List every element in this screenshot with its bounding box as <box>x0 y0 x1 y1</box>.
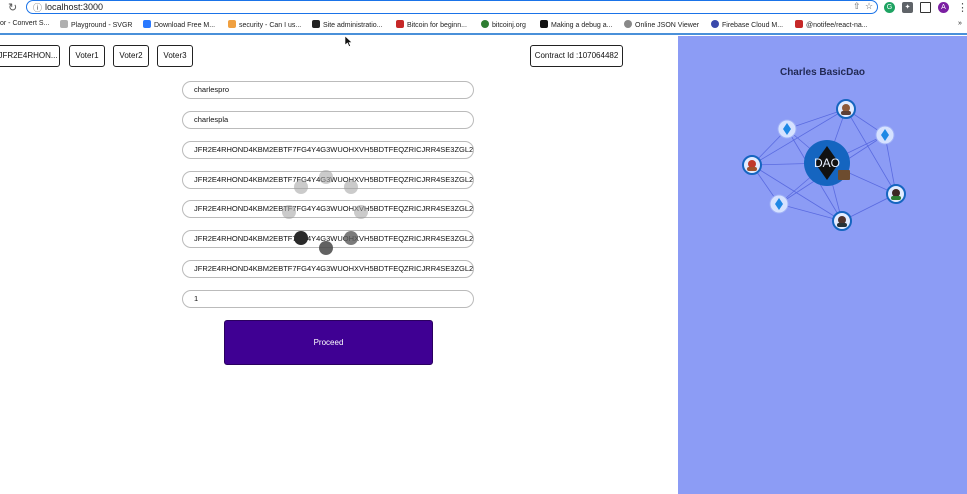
caniuse-icon <box>228 20 236 28</box>
dao-network-illustration: DAO <box>742 99 906 231</box>
bookmark-item[interactable]: or - Convert S... <box>0 20 49 27</box>
voter1-button[interactable]: Voter1 <box>69 45 105 67</box>
bookmark-label: or - Convert S... <box>0 20 50 27</box>
bookmark-item[interactable]: Site administratio... <box>312 20 383 29</box>
name-field[interactable]: charlespro <box>182 81 474 99</box>
voter2-button[interactable]: Voter2 <box>113 45 149 67</box>
bookmark-label: Making a debug a... <box>551 22 613 29</box>
bookmark-item[interactable]: Online JSON Viewer <box>624 20 699 29</box>
site-admin-icon <box>312 20 320 28</box>
grammarly-extension-icon[interactable]: G <box>884 2 895 13</box>
dao-panel: Charles BasicDao DAO <box>678 36 967 494</box>
spinner-dot <box>344 180 358 194</box>
bookmarks-bar: or - Convert S... Playground - SVGR Down… <box>0 17 967 35</box>
proceed-button[interactable]: Proceed <box>224 320 433 365</box>
address-field[interactable]: JFR2E4RHOND4KBM2EBTF7FG4Y4G3WUOHXVH5BDTF… <box>182 141 474 159</box>
dao-title: Charles BasicDao <box>779 67 866 78</box>
react-icon <box>60 20 68 28</box>
voter3-button[interactable]: Voter3 <box>157 45 193 67</box>
bookmark-label: Download Free M... <box>154 22 216 29</box>
bookmark-item[interactable]: Making a debug a... <box>540 20 613 29</box>
bitcoinj-icon <box>481 20 489 28</box>
extensions-puzzle-icon[interactable]: ✦ <box>902 2 913 13</box>
sidepanel-icon[interactable] <box>920 2 931 13</box>
npm-icon <box>795 20 803 28</box>
spinner-dot <box>282 205 296 219</box>
share-icon[interactable]: ⇧ <box>853 1 861 12</box>
bookmark-item[interactable]: Bitcoin for beginn... <box>396 20 467 29</box>
bookmark-label: bitcoinj.org <box>492 22 526 29</box>
spinner-dot <box>354 205 368 219</box>
bookmark-label: Site administratio... <box>323 22 383 29</box>
reload-icon[interactable]: ↻ <box>8 1 17 14</box>
address-field[interactable]: JFR2E4RHOND4KBM2EBTF7FG4Y4G3WUOHXVH5BDTF… <box>182 260 474 278</box>
bookmarks-overflow[interactable]: » <box>958 20 962 27</box>
bookmark-label: @notifee/react-na... <box>806 22 868 29</box>
bookmark-label: Bitcoin for beginn... <box>407 22 467 29</box>
browser-toolbar: ↻ ⓘ localhost:3000 ⇧ ☆ G ✦ A ⋮ <box>0 0 967 17</box>
contract-id-button[interactable]: Contract Id :107064482 <box>530 45 623 67</box>
bookmark-item[interactable]: Playground - SVGR <box>60 20 132 29</box>
mouse-cursor-icon <box>345 36 353 47</box>
bookmark-label: Online JSON Viewer <box>635 22 700 29</box>
bookmark-item[interactable]: bitcoinj.org <box>481 20 526 29</box>
bookmark-label: security - Can I us... <box>239 22 302 29</box>
name-field-2[interactable]: charlespla <box>182 111 474 129</box>
site-info-icon[interactable]: ⓘ <box>33 1 42 14</box>
bookmark-item[interactable]: security - Can I us... <box>228 20 301 29</box>
spinner-dot <box>294 231 308 245</box>
spinner-dot <box>319 170 333 184</box>
bookmark-item[interactable]: @notifee/react-na... <box>795 20 868 29</box>
firebase-icon <box>711 20 719 28</box>
download-icon <box>143 20 151 28</box>
address-field[interactable]: JFR2E4RHOND4KBM2EBTF7FG4Y4G3WUOHXVH5BDTF… <box>182 200 474 218</box>
spinner-dot <box>294 180 308 194</box>
profile-avatar[interactable]: A <box>938 2 949 13</box>
bookmark-item[interactable]: Download Free M... <box>143 20 215 29</box>
bitcoin-book-icon <box>396 20 404 28</box>
address-bar[interactable]: ⓘ localhost:3000 ⇧ ☆ <box>26 0 878 14</box>
json-viewer-icon <box>624 20 632 28</box>
account-button-main[interactable]: JFR2E4RHON... <box>0 45 60 67</box>
bookmark-star-icon[interactable]: ☆ <box>865 1 873 12</box>
spinner-dot <box>319 241 333 255</box>
bookmark-label: Playground - SVGR <box>71 22 133 29</box>
spinner-dot <box>344 231 358 245</box>
amount-field[interactable]: 1 <box>182 290 474 308</box>
bookmark-item[interactable]: Firebase Cloud M... <box>711 20 783 29</box>
medium-icon <box>540 20 548 28</box>
bookmark-label: Firebase Cloud M... <box>722 22 784 29</box>
url-text: localhost:3000 <box>45 2 104 12</box>
dao-hub-label: DAO <box>814 156 840 170</box>
menu-kebab-icon[interactable]: ⋮ <box>957 1 967 14</box>
